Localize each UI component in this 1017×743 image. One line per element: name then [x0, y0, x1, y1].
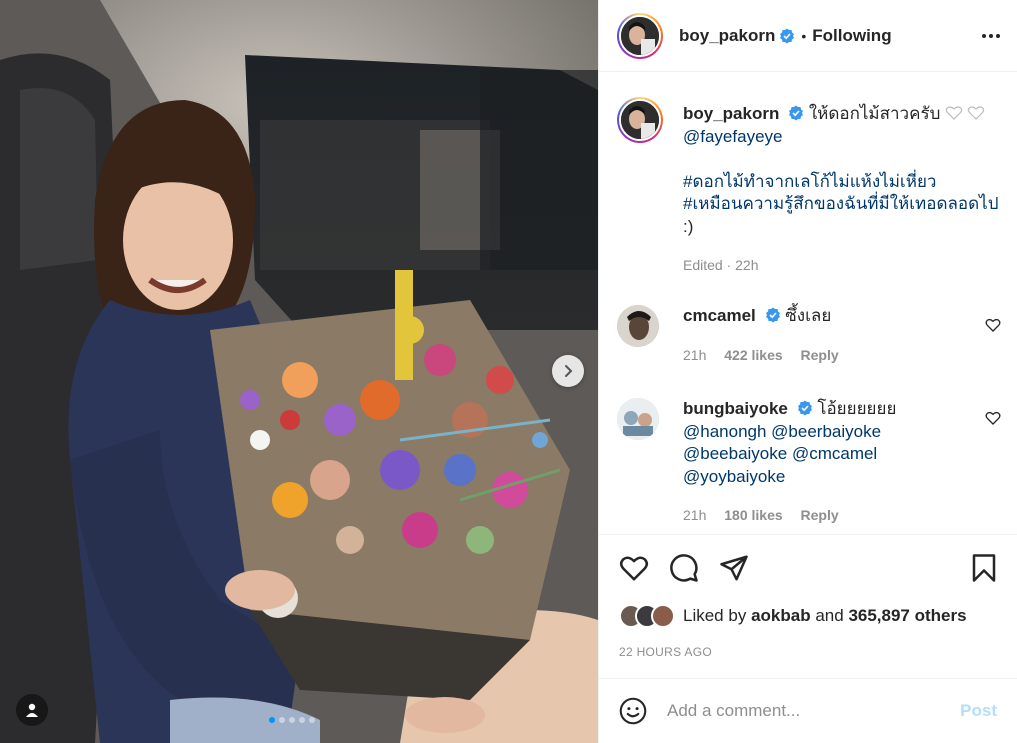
caption-hashtag[interactable]: #เหมือนความรู้สึกของฉันที่มีให้เทอดลอดไป: [683, 194, 999, 213]
comment-item: bungbaiyoke โอ้ยยยยยย @hanongh @beerbaiy…: [617, 398, 1001, 533]
header-separator: •: [801, 27, 807, 44]
post-button[interactable]: Post: [960, 701, 997, 721]
comment-mentions[interactable]: @yoybaiyoke: [683, 467, 785, 486]
caption-text: ให้ดอกไม้สาวครับ: [808, 104, 941, 123]
post-side-panel: boy_pakorn • Following boy_pakorn ให้ดอก…: [598, 0, 1017, 743]
comment-likes[interactable]: 422 likes: [724, 347, 782, 363]
post-actions: [599, 534, 1017, 604]
caption-meta: Edited · 22h: [683, 257, 759, 273]
avatar-image: [617, 398, 659, 440]
comment-username[interactable]: bungbaiyoke: [683, 399, 788, 418]
user-tags-button[interactable]: [16, 694, 48, 726]
comment-likes[interactable]: 180 likes: [724, 507, 782, 523]
comment-item: cmcamel ซึ้งเลย 21h 422 likes Reply: [617, 305, 1001, 375]
caption-avatar[interactable]: [617, 97, 663, 143]
caption-mention[interactable]: @fayefayeye: [683, 127, 782, 146]
carousel-next-button[interactable]: [552, 355, 584, 387]
chevron-right-icon: [565, 365, 573, 377]
carousel-dot: [289, 717, 295, 723]
comment-time: 21h: [683, 346, 707, 363]
more-icon[interactable]: [981, 33, 1001, 39]
comment-mentions[interactable]: @beebaiyoke @cmcamel: [683, 444, 877, 463]
liked-by-middle: and: [815, 606, 844, 625]
comment-text: ซึ้งเลย: [785, 306, 832, 325]
avatar-image: [621, 16, 659, 55]
avatar-image: [617, 305, 659, 347]
heart-icon[interactable]: [619, 553, 649, 583]
comment-username[interactable]: cmcamel: [683, 306, 756, 325]
avatar[interactable]: [617, 12, 663, 59]
comment-like-heart-icon[interactable]: [985, 317, 1001, 333]
heart-emoji-icon: [945, 106, 985, 120]
user-tag-icon: [26, 703, 38, 717]
liker-avatar: [651, 604, 675, 628]
photo-image: [0, 0, 598, 743]
liked-by-avatars: [619, 604, 675, 628]
liked-by-user[interactable]: aokbab: [751, 606, 811, 626]
verified-icon: [765, 307, 780, 323]
comment-avatar[interactable]: [617, 398, 659, 440]
liked-by[interactable]: Liked by aokbab and 365,897 others: [619, 604, 967, 628]
post-caption: boy_pakorn ให้ดอกไม้สาวครับ @fayefayeye …: [617, 97, 1001, 307]
comment-reply-button[interactable]: Reply: [801, 347, 839, 363]
avatar-image: [621, 101, 659, 139]
carousel-dot: [279, 717, 285, 723]
post-timestamp[interactable]: 22 HOURS AGO: [619, 645, 712, 659]
verified-icon: [780, 28, 795, 43]
carousel-dots: [269, 717, 315, 723]
caption-emoticon: :): [683, 216, 694, 236]
carousel-dot: [269, 717, 275, 723]
comment-input[interactable]: [667, 701, 961, 721]
comment-reply-button[interactable]: Reply: [801, 507, 839, 523]
post-photo[interactable]: [0, 0, 598, 743]
header-username[interactable]: boy_pakorn: [679, 26, 775, 46]
following-button[interactable]: Following: [812, 26, 891, 46]
liked-by-prefix: Liked by: [683, 606, 747, 625]
comment-time: 21h: [683, 507, 707, 523]
comment-mentions[interactable]: @hanongh @beerbaiyoke: [683, 422, 881, 441]
carousel-dot: [309, 717, 315, 723]
emoji-icon[interactable]: [619, 697, 647, 725]
likes-count[interactable]: 365,897 others: [848, 606, 966, 626]
comment-text: โอ้ยยยยยย: [817, 399, 897, 418]
caption-hashtag[interactable]: #ดอกไม้ทำจากเลโก้ไม่แห้งไม่เหี่ยว: [683, 172, 936, 191]
verified-icon: [797, 400, 812, 416]
share-icon[interactable]: [719, 553, 749, 583]
bookmark-icon[interactable]: [971, 553, 997, 583]
carousel-dot: [299, 717, 305, 723]
post-header: boy_pakorn • Following: [599, 0, 1017, 72]
comment-like-heart-icon[interactable]: [985, 410, 1001, 426]
add-comment-bar: Post: [599, 678, 1017, 743]
caption-username[interactable]: boy_pakorn: [683, 104, 779, 123]
comments-list[interactable]: boy_pakorn ให้ดอกไม้สาวครับ @fayefayeye …: [599, 73, 1017, 533]
comment-avatar[interactable]: [617, 305, 659, 347]
verified-icon: [789, 105, 804, 121]
comment-icon[interactable]: [669, 553, 699, 583]
